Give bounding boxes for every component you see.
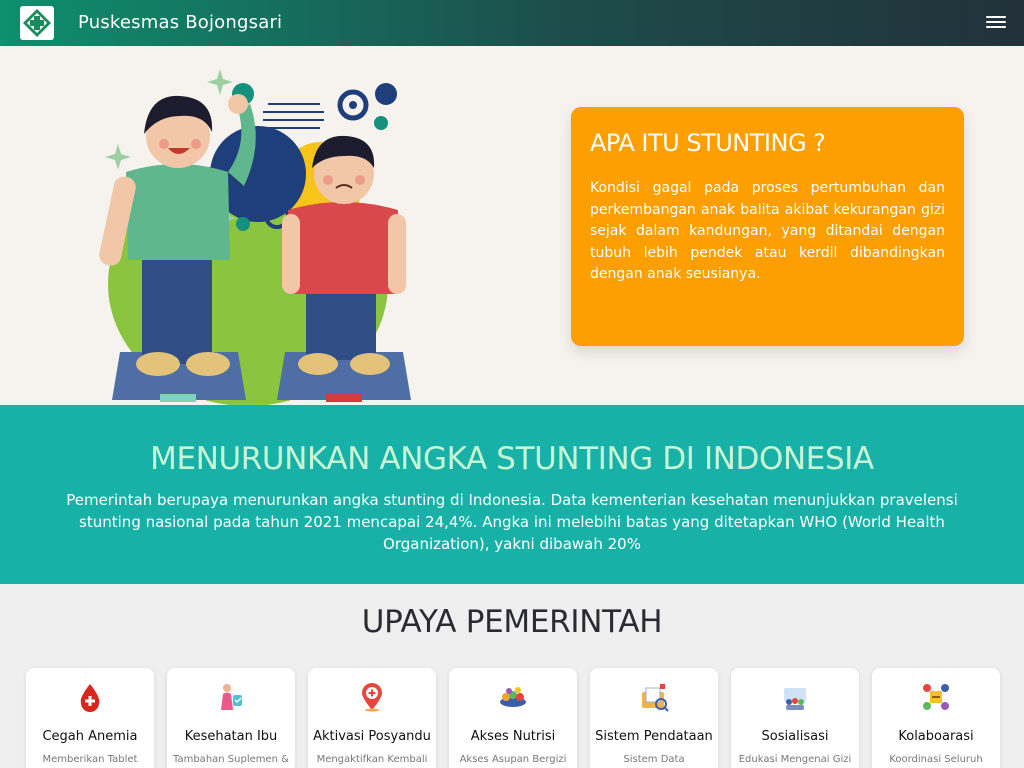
section-description: Pemerintah berupaya menurunkan angka stu… (66, 491, 958, 553)
effort-description: Mengaktifkan Kembali (316, 754, 428, 765)
children-height-illustration (99, 69, 411, 405)
effort-card-kesehatan-ibu[interactable]: Kesehatan Ibu Tambahan Suplemen & (167, 668, 295, 768)
card-title: APA ITU STUNTING ? (590, 129, 826, 157)
effort-description: Edukasi Mengenai Gizi (738, 754, 852, 765)
data-folder-icon (642, 684, 669, 712)
section-title: MENURUNKAN ANGKA STUNTING DI INDONESIA (150, 441, 874, 477)
location-pin-icon (362, 683, 382, 712)
hamburger-menu-icon[interactable] (986, 16, 1006, 31)
effort-title: Aktivasi Posyandu (313, 729, 431, 744)
effort-title: Sistem Pendataan (595, 729, 713, 744)
puskesmas-logo-icon[interactable] (20, 6, 54, 40)
nutrition-food-icon (500, 687, 526, 707)
effort-card-sosialisasi[interactable]: Sosialisasi Edukasi Mengenai Gizi (731, 668, 859, 768)
hero-section: APA ITU STUNTING ? Kondisi gagal pada pr… (0, 46, 1024, 405)
effort-title: Kolaboarasi (898, 729, 974, 744)
section-title: UPAYA PEMERINTAH (361, 604, 663, 640)
top-navbar: Puskesmas Bojongsari (0, 0, 1024, 46)
government-efforts-section: UPAYA PEMERINTAH Cegah Anemia Memberikan… (0, 584, 1024, 768)
blood-drop-icon (80, 684, 100, 712)
effort-description: Tambahan Suplemen & (173, 754, 289, 765)
stunting-reduction-section: MENURUNKAN ANGKA STUNTING DI INDONESIA P… (0, 405, 1024, 584)
community-icon (784, 688, 806, 710)
effort-card-sistem-pendataan[interactable]: Sistem Pendataan Sistem Data (590, 668, 718, 768)
effort-card-kolaborasi[interactable]: Kolaboarasi Koordinasi Seluruh (872, 668, 1000, 768)
card-description: Kondisi gagal pada proses pertumbuhan da… (590, 180, 945, 283)
effort-title: Cegah Anemia (42, 729, 138, 744)
effort-title: Akses Nutrisi (470, 729, 556, 744)
effort-description: Memberikan Tablet (42, 754, 138, 765)
effort-description: Sistem Data (623, 754, 685, 765)
effort-title: Sosialisasi (761, 729, 829, 744)
site-brand-title[interactable]: Puskesmas Bojongsari (78, 12, 282, 33)
mother-child-icon (221, 684, 242, 710)
effort-description: Akses Asupan Bergizi (459, 754, 567, 765)
collaboration-icon (923, 684, 949, 710)
effort-title: Kesehatan Ibu (184, 729, 278, 744)
effort-card-cegah-anemia[interactable]: Cegah Anemia Memberikan Tablet (26, 668, 154, 768)
effort-description: Koordinasi Seluruh (889, 754, 983, 765)
stunting-info-card: APA ITU STUNTING ? Kondisi gagal pada pr… (571, 107, 964, 346)
effort-card-aktivasi-posyandu[interactable]: Aktivasi Posyandu Mengaktifkan Kembali (308, 668, 436, 768)
effort-card-akses-nutrisi[interactable]: Akses Nutrisi Akses Asupan Bergizi (449, 668, 577, 768)
